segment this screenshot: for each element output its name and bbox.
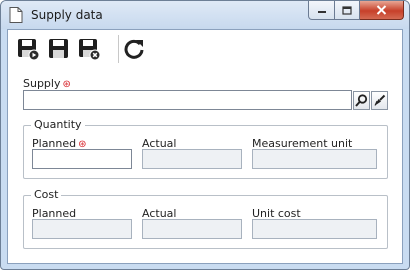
toolbar-separator bbox=[118, 35, 119, 63]
quantity-planned-input[interactable] bbox=[32, 149, 132, 169]
unit-cost-field bbox=[252, 219, 377, 239]
toolbar bbox=[8, 30, 402, 68]
cost-planned-field bbox=[32, 219, 132, 239]
search-icon bbox=[355, 94, 368, 107]
supply-input[interactable] bbox=[23, 90, 352, 110]
maximize-button[interactable] bbox=[335, 1, 360, 20]
window-controls bbox=[308, 1, 404, 20]
minimize-button[interactable] bbox=[308, 1, 335, 20]
save-icon[interactable] bbox=[47, 37, 71, 61]
close-button[interactable] bbox=[360, 1, 404, 20]
maximize-icon bbox=[342, 5, 352, 15]
save-and-close-icon[interactable] bbox=[77, 37, 101, 61]
document-icon bbox=[9, 7, 23, 23]
search-button[interactable] bbox=[353, 91, 370, 110]
cost-legend: Cost bbox=[31, 188, 62, 201]
cost-actual-field bbox=[142, 219, 242, 239]
measurement-unit-field bbox=[252, 149, 377, 169]
title-bar[interactable]: Supply data bbox=[1, 1, 409, 29]
close-icon bbox=[376, 5, 387, 15]
minimize-icon bbox=[317, 11, 326, 13]
refresh-icon[interactable] bbox=[122, 37, 146, 61]
required-icon: ⊛ bbox=[62, 79, 71, 90]
quantity-actual-field bbox=[142, 149, 242, 169]
supply-label: Supply ⊛ bbox=[23, 77, 71, 90]
dialog-content: Supply ⊛ Quantity Planned ⊛ Actual Measure… bbox=[7, 29, 403, 264]
supply-data-window: Supply data Supply ⊛ Quantity Planned ⊛ … bbox=[0, 0, 410, 270]
window-title: Supply data bbox=[31, 8, 103, 22]
clear-button[interactable] bbox=[371, 91, 388, 110]
quantity-legend: Quantity bbox=[31, 118, 85, 131]
save-and-new-icon[interactable] bbox=[16, 37, 40, 61]
supply-label-text: Supply bbox=[23, 77, 61, 90]
clear-brush-icon bbox=[374, 94, 386, 106]
